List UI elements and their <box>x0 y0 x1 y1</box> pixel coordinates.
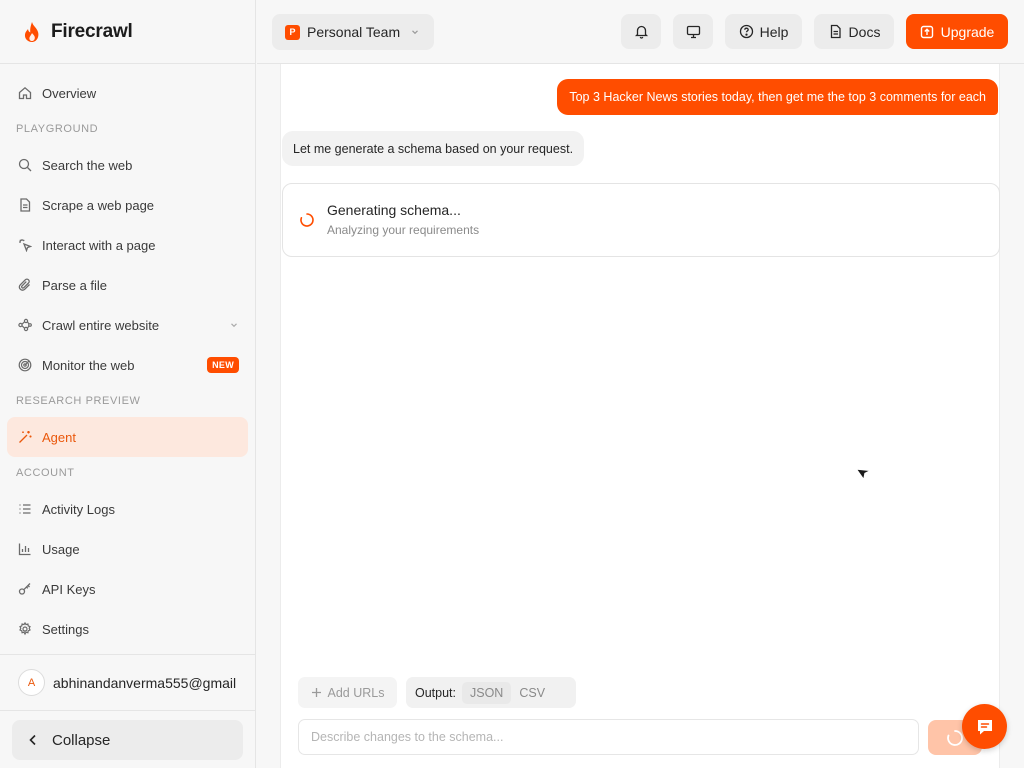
radar-icon <box>17 357 33 373</box>
new-badge: NEW <box>207 357 239 373</box>
sidebar-item-label: Search the web <box>42 157 133 173</box>
sidebar-item-label: Monitor the web <box>42 357 135 373</box>
collapse-label: Collapse <box>52 731 111 749</box>
help-label: Help <box>759 23 789 40</box>
sidebar-item-search[interactable]: Search the web <box>0 145 255 185</box>
network-icon <box>17 317 33 333</box>
home-icon <box>17 85 33 101</box>
section-label-research: RESEARCH PREVIEW <box>16 395 141 407</box>
sidebar-item-activity-logs[interactable]: Activity Logs <box>0 489 255 529</box>
sidebar-item-overview[interactable]: Overview <box>0 73 255 113</box>
chevron-left-icon <box>26 733 40 747</box>
team-name: Personal Team <box>307 24 401 40</box>
bell-icon <box>634 24 649 39</box>
sidebar-item-settings[interactable]: Settings <box>0 609 255 649</box>
add-urls-button[interactable]: Add URLs <box>298 677 397 708</box>
sidebar-item-api-keys[interactable]: API Keys <box>0 569 255 609</box>
document-icon <box>828 24 843 39</box>
upgrade-label: Upgrade <box>940 23 995 40</box>
bar-chart-icon <box>17 541 33 557</box>
sidebar-item-scrape[interactable]: Scrape a web page <box>0 185 255 225</box>
schema-changes-input[interactable] <box>298 719 919 755</box>
magic-wand-icon <box>17 429 33 445</box>
monitor-icon <box>686 24 701 39</box>
top-bar: P Personal Team Help Docs Upgrade <box>257 0 1024 64</box>
avatar: A <box>18 669 45 696</box>
support-chat-button[interactable] <box>962 704 1007 749</box>
output-option-json[interactable]: JSON <box>462 681 512 704</box>
sidebar-item-label: Usage <box>42 541 80 557</box>
team-switcher[interactable]: P Personal Team <box>272 14 434 50</box>
sidebar: Firecrawl Overview PLAYGROUND Search the… <box>0 0 256 768</box>
upgrade-icon <box>920 25 934 39</box>
loading-spinner-icon <box>946 729 964 747</box>
chevron-down-icon[interactable] <box>229 320 239 330</box>
docs-label: Docs <box>848 23 881 40</box>
upgrade-button[interactable]: Upgrade <box>906 14 1008 49</box>
plus-icon <box>311 687 322 698</box>
display-button[interactable] <box>673 14 713 49</box>
output-label: Output: <box>415 685 456 700</box>
user-message: Top 3 Hacker News stories today, then ge… <box>557 79 998 115</box>
sidebar-item-label: Agent <box>42 429 76 445</box>
status-title: Generating schema... <box>327 202 461 218</box>
help-circle-icon <box>739 24 754 39</box>
sidebar-item-usage[interactable]: Usage <box>0 529 255 569</box>
sidebar-item-monitor[interactable]: Monitor the web NEW <box>0 345 255 385</box>
sidebar-item-label: API Keys <box>42 581 96 597</box>
schema-status-card: Generating schema... Analyzing your requ… <box>282 183 1000 257</box>
list-icon <box>17 501 33 517</box>
assistant-message: Let me generate a schema based on your r… <box>282 131 585 166</box>
output-format-selector: Output: JSON CSV <box>406 677 576 708</box>
section-label-account: ACCOUNT <box>16 467 75 479</box>
sidebar-item-label: Interact with a page <box>42 237 156 253</box>
flame-icon <box>22 21 42 43</box>
team-logo: P <box>285 24 300 40</box>
status-subtitle: Analyzing your requirements <box>327 223 480 237</box>
sidebar-item-crawl[interactable]: Crawl entire website <box>0 305 255 345</box>
notifications-button[interactable] <box>621 14 661 49</box>
sidebar-item-label: Settings <box>42 621 89 637</box>
sidebar-item-label: Crawl entire website <box>42 317 160 333</box>
agent-chat-panel: Top 3 Hacker News stories today, then ge… <box>280 64 1000 768</box>
search-icon <box>17 157 33 173</box>
collapse-sidebar-button[interactable]: Collapse <box>12 720 243 760</box>
sidebar-item-label: Parse a file <box>42 277 108 293</box>
sidebar-item-label: Activity Logs <box>42 501 115 517</box>
sidebar-item-agent[interactable]: Agent <box>7 417 248 457</box>
pointer-click-icon <box>17 237 33 253</box>
sidebar-nav: Overview PLAYGROUND Search the web Scrap… <box>0 64 255 649</box>
sidebar-item-interact[interactable]: Interact with a page <box>0 225 255 265</box>
sidebar-item-label: Overview <box>42 85 97 101</box>
key-icon <box>17 581 33 597</box>
help-button[interactable]: Help <box>725 14 802 49</box>
chevron-down-icon <box>410 27 420 37</box>
sidebar-item-parse[interactable]: Parse a file <box>0 265 255 305</box>
chat-bubble-icon <box>974 716 996 738</box>
brand-header[interactable]: Firecrawl <box>0 0 255 64</box>
sidebar-item-label: Scrape a web page <box>42 197 155 213</box>
gear-icon <box>17 621 33 637</box>
loading-spinner-icon <box>299 212 315 228</box>
brand-name: Firecrawl <box>51 20 133 42</box>
mouse-cursor-icon <box>855 465 873 483</box>
account-menu[interactable]: A abhinandanverma555@gmail <box>0 654 256 711</box>
paperclip-icon <box>17 277 33 293</box>
document-icon <box>17 197 33 213</box>
add-urls-label: Add URLs <box>327 685 385 700</box>
section-label-playground: PLAYGROUND <box>16 123 99 135</box>
main-area: P Personal Team Help Docs Upgrade Top 3 … <box>257 0 1024 768</box>
docs-button[interactable]: Docs <box>814 14 894 49</box>
account-email: abhinandanverma555@gmail <box>53 674 237 691</box>
output-option-csv[interactable]: CSV <box>511 682 553 704</box>
